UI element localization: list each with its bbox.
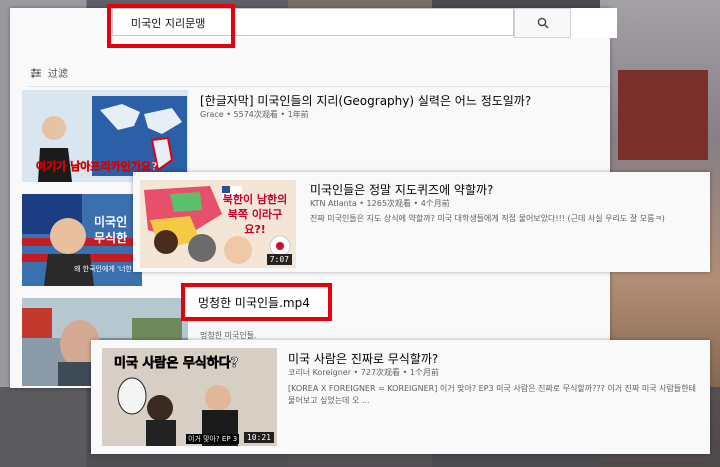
video-meta: KTN Atlanta • 1265次观看 • 4个月前	[310, 199, 450, 208]
filter-bar[interactable]: 过滤	[30, 65, 68, 80]
title-highlight-box	[181, 283, 332, 321]
video-title[interactable]: [한글자막] 미국인들의 지리(Geography) 실력은 어느 정도일까?	[200, 92, 531, 109]
video-thumbnail[interactable]: 북한이 남한의 북쪽 이라구요?! 7:07	[140, 180, 296, 268]
search-button[interactable]	[514, 8, 571, 38]
thumbnail-caption: 북한이 남한의 북쪽 이라구요?!	[222, 193, 288, 236]
thumbnail-subcaption: 이거 맞아? EP 3	[186, 434, 240, 444]
duration-badge: 10:21	[243, 432, 274, 443]
filter-label: 过滤	[48, 69, 68, 80]
video-thumbnail[interactable]: 미국인 무식한 왜 한국인에게 '너한	[22, 194, 142, 286]
result-card: 미국 사람은 무식하다? 이거 맞아? EP 3 10:21 미국 사람은 진짜…	[91, 340, 710, 454]
video-meta: Grace • 5574次观看 • 1年前	[200, 110, 309, 119]
result-card: 북한이 남한의 북쪽 이라구요?! 7:07 미국인들은 정말 지도퀴즈에 약할…	[133, 172, 710, 272]
video-thumbnail[interactable]: 여기가 남아프리카인가요?	[22, 90, 188, 182]
video-title[interactable]: 미국 사람은 진짜로 무식할까?	[288, 350, 438, 367]
video-description: [KOREA X FOREIGNER = KOREIGNER] 이거 맞아? E…	[288, 384, 696, 405]
divider	[28, 86, 610, 87]
search-icon	[537, 17, 549, 29]
duration-badge: 7:07	[266, 254, 292, 265]
thumbnail-caption: 미국인 무식한	[94, 215, 128, 245]
thumbnail-subcaption: 왜 한국인에게 '너한	[74, 265, 132, 273]
video-thumbnail[interactable]: 미국 사람은 무식하다? 이거 맞아? EP 3 10:21	[102, 348, 277, 446]
video-meta: 코리너 Koreigner • 727次观看 • 1个月前	[288, 368, 439, 377]
video-description: 진짜 미국인들은 지도 상식에 약할까? 미국 대학생들에게 직접 물어보았다!…	[310, 214, 665, 223]
video-title[interactable]: 미국인들은 정말 지도퀴즈에 약할까?	[310, 181, 493, 198]
background-cabinet	[618, 70, 708, 160]
search-highlight-box	[107, 4, 235, 48]
thumbnail-caption: 미국 사람은 무식하다?	[114, 356, 239, 372]
filter-icon	[31, 68, 41, 77]
